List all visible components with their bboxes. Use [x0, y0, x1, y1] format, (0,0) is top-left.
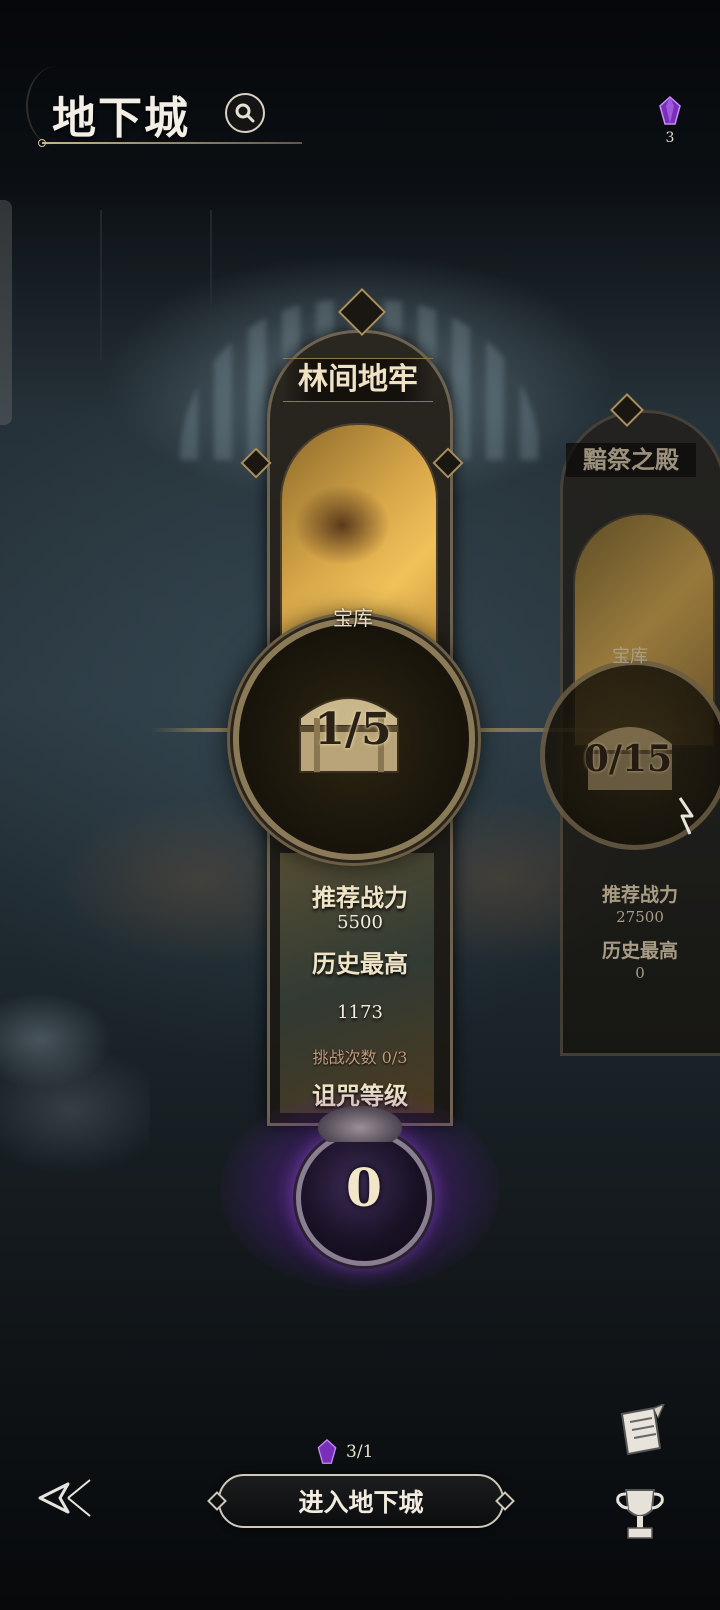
entry-cost-value: 3/1: [346, 1442, 374, 1462]
background-barrels: [0, 980, 150, 1180]
best-score-value: 0: [635, 964, 645, 982]
recommended-power-value: 5500: [337, 912, 383, 933]
title-underline: [38, 139, 302, 147]
recommended-power-label: 推荐战力: [312, 883, 408, 912]
search-button[interactable]: [225, 93, 265, 133]
challenge-count: 挑战次数 0/3: [312, 1048, 408, 1067]
next-arrow-icon[interactable]: [674, 796, 698, 836]
entry-cost: 3/1: [316, 1439, 373, 1465]
purple-gem-icon: [659, 96, 681, 125]
trophy-icon[interactable]: [614, 1486, 666, 1544]
recommended-power-label: 推荐战力: [601, 884, 678, 906]
background-chain: [100, 210, 102, 360]
best-score-label: 历史最高: [601, 940, 678, 962]
purple-gem-icon: [317, 1439, 337, 1464]
search-icon: [235, 103, 255, 123]
vault-progress: 0/15: [583, 738, 673, 780]
scroll-icon[interactable]: [614, 1404, 666, 1458]
best-score-label: 历史最高: [312, 949, 408, 978]
back-icon[interactable]: [38, 1476, 92, 1520]
recommended-power-value: 27500: [616, 908, 664, 926]
dungeon-name: 林间地牢: [283, 358, 433, 402]
currency-display[interactable]: 3: [650, 96, 690, 146]
background-chain: [210, 210, 212, 310]
vault-label: 宝库: [612, 646, 648, 667]
currency-count: 3: [665, 130, 675, 146]
best-score-value: 1173: [337, 1002, 383, 1023]
curse-level-value: 0: [345, 1158, 383, 1219]
side-drawer-handle[interactable]: [0, 200, 12, 425]
enter-dungeon-button[interactable]: 进入地下城: [218, 1474, 504, 1528]
dungeon-name: 黯祭之殿: [566, 443, 696, 477]
vault-progress: 1/5: [314, 704, 392, 755]
page-title: 地下城: [52, 93, 190, 144]
skull-crown-icon: [318, 1106, 402, 1142]
vault-label: 宝库: [333, 606, 373, 630]
header: 地下城 3: [0, 0, 720, 160]
